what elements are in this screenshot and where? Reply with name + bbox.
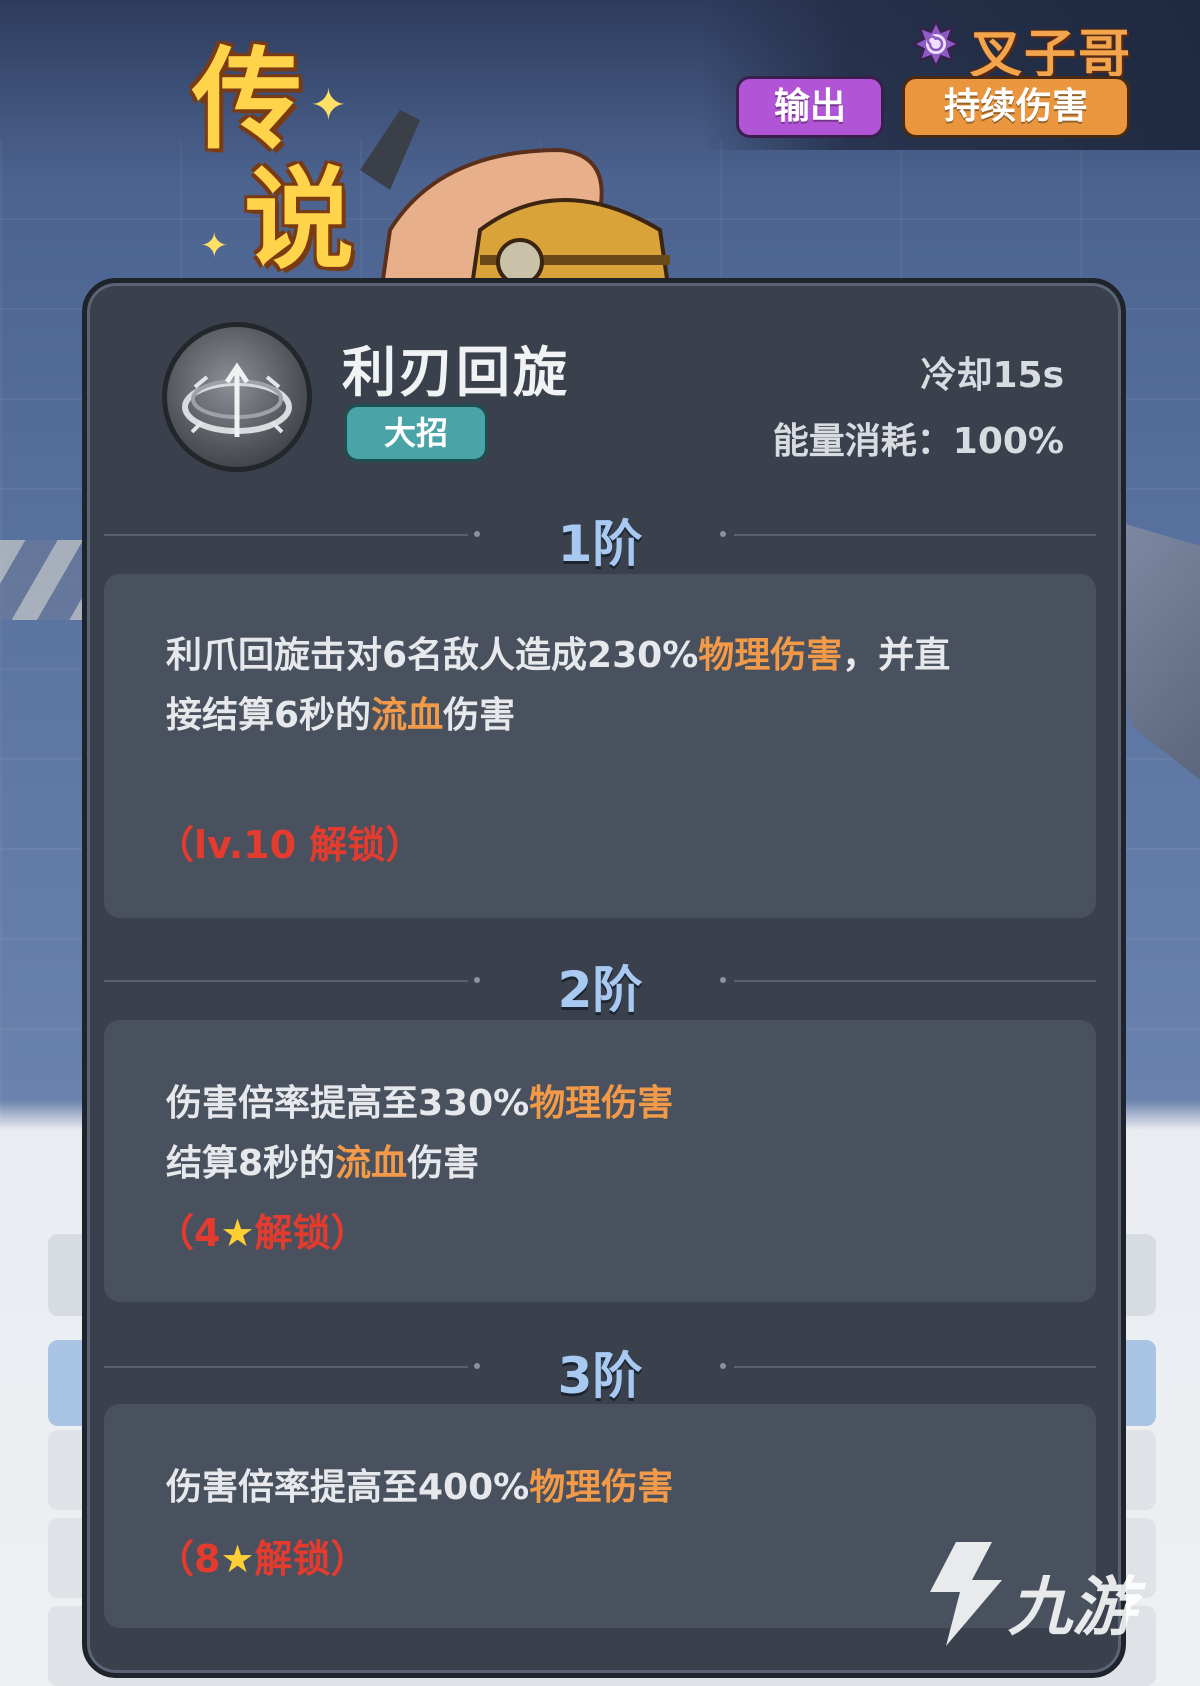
description-text: 伤害倍率提高至330% <box>166 1083 530 1124</box>
tier-description-box: 伤害倍率提高至330%物理伤害 结算8秒的流血伤害 （4★解锁） <box>104 1020 1096 1302</box>
keyword-bleed: 流血 <box>371 695 444 736</box>
description-text: 伤害 <box>407 1143 480 1184</box>
description-text: 伤害 <box>443 695 516 736</box>
tier-description: 伤害倍率提高至400%物理伤害 <box>166 1458 1016 1518</box>
description-text: 利爪回旋击对6名敌人造成230% <box>166 635 699 676</box>
rarity-char-1: 传 <box>192 36 302 164</box>
divider-line <box>734 1366 1096 1368</box>
divider-dot <box>720 1363 726 1369</box>
keyword-physical-damage: 物理伤害 <box>529 1083 674 1124</box>
sparkle-icon: ✦ <box>310 80 347 131</box>
star-icon: ★ <box>220 1537 255 1581</box>
unlock-prefix: （8 <box>156 1537 221 1581</box>
tag-output[interactable]: 输出 <box>736 76 884 138</box>
description-text: 结算8秒的 <box>166 1143 336 1184</box>
keyword-physical-damage: 物理伤害 <box>698 635 843 676</box>
tag-damage-over-time[interactable]: 持续伤害 <box>902 76 1130 138</box>
watermark-text: 九游 <box>1008 1571 1136 1645</box>
description-text: 接结算6秒的 <box>166 695 372 736</box>
skill-type-badge: 大招 <box>344 404 488 462</box>
hero-portrait-art <box>360 110 673 300</box>
unlock-prefix: （4 <box>156 1211 221 1255</box>
divider-dot <box>720 531 726 537</box>
unlock-suffix: 解锁） <box>254 1537 369 1581</box>
tier-header: 1阶 <box>104 504 1096 573</box>
divider-dot <box>720 977 726 983</box>
unlock-condition: （4★解锁） <box>156 1202 369 1257</box>
tier-header: 3阶 <box>104 1336 1096 1405</box>
divider-line <box>734 980 1096 982</box>
description-line: 伤害倍率提高至400%物理伤害 <box>166 1458 1016 1518</box>
tier-description: 利爪回旋击对6名敌人造成230%物理伤害，并直 接结算6秒的流血伤害 <box>166 626 1016 746</box>
tier-description: 伤害倍率提高至330%物理伤害 结算8秒的流血伤害 <box>166 1074 1016 1194</box>
keyword-bleed: 流血 <box>335 1143 408 1184</box>
swirl-emblem-icon <box>911 19 961 69</box>
watermark: 九游 <box>916 1536 1166 1656</box>
description-line: 利爪回旋击对6名敌人造成230%物理伤害，并直 <box>166 626 1016 686</box>
unlock-condition: （lv.10 解锁） <box>156 823 424 867</box>
jiuyou-logo-icon <box>930 1542 1002 1646</box>
star-icon: ★ <box>220 1211 255 1255</box>
tier-title: 3阶 <box>557 1347 643 1405</box>
tier-title: 2阶 <box>557 961 643 1019</box>
description-line: 结算8秒的流血伤害 <box>166 1134 1016 1194</box>
description-text: ，并直 <box>842 635 951 676</box>
spinning-claw-skill-icon <box>162 322 312 472</box>
tier-description-box: 利爪回旋击对6名敌人造成230%物理伤害，并直 接结算6秒的流血伤害 （lv.1… <box>104 574 1096 918</box>
keyword-physical-damage: 物理伤害 <box>529 1467 674 1508</box>
unlock-suffix: 解锁） <box>254 1211 369 1255</box>
skill-cooldown: 冷却15s <box>920 355 1064 396</box>
skill-name: 利刃回旋 <box>342 341 570 404</box>
rarity-char-2: 说 <box>244 156 354 284</box>
divider-line <box>734 534 1096 536</box>
sparkle-icon: ✦ <box>200 226 229 266</box>
tier-header: 2阶 <box>104 950 1096 1019</box>
description-line: 伤害倍率提高至330%物理伤害 <box>166 1074 1016 1134</box>
unlock-condition: （8★解锁） <box>156 1528 369 1583</box>
description-line: 接结算6秒的流血伤害 <box>166 686 1016 746</box>
description-text: 伤害倍率提高至400% <box>166 1467 530 1508</box>
tier-title: 1阶 <box>557 515 643 573</box>
skill-energy-cost: 能量消耗：100% <box>772 421 1064 462</box>
